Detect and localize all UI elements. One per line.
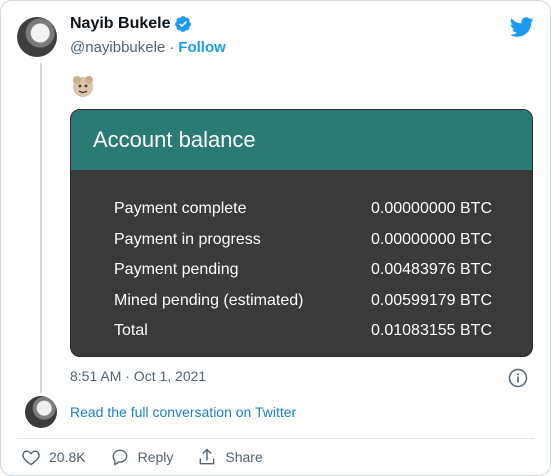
- balance-row: Total 0.01083155 BTC: [71, 316, 532, 347]
- balance-rows: Payment complete 0.00000000 BTC Payment …: [71, 170, 532, 347]
- handle-row: @nayibbukele · Follow: [70, 39, 226, 56]
- balance-row: Payment in progress 0.00000000 BTC: [71, 225, 532, 256]
- author-handle[interactable]: @nayibbukele: [70, 39, 165, 56]
- share-icon: [200, 448, 215, 465]
- balance-row-value: 0.00000000 BTC: [371, 200, 492, 218]
- heart-icon: [22, 450, 40, 466]
- balance-title: Account balance: [93, 127, 256, 152]
- follow-button[interactable]: Follow: [178, 39, 226, 56]
- tweet-timestamp[interactable]: 8:51 AM · Oct 1, 2021: [70, 368, 206, 384]
- balance-row-label: Total: [114, 322, 148, 340]
- info-icon[interactable]: [508, 368, 528, 388]
- author-name[interactable]: Nayib Bukele: [70, 15, 170, 33]
- share-button[interactable]: Share: [197, 447, 263, 467]
- balance-row-value: 0.00483976 BTC: [371, 261, 492, 279]
- balance-row-value: 0.00599179 BTC: [371, 291, 492, 309]
- like-count: 20.8K: [49, 449, 86, 465]
- author-name-row: Nayib Bukele: [70, 15, 192, 33]
- tweet-card: Nayib Bukele @nayibbukele · Follow Accou…: [0, 0, 551, 476]
- action-bar: 20.8K Reply Share: [21, 447, 263, 467]
- divider: [17, 438, 534, 439]
- read-conversation-link[interactable]: Read the full conversation on Twitter: [70, 404, 296, 420]
- balance-row: Payment pending 0.00483976 BTC: [71, 255, 532, 286]
- account-balance-image[interactable]: Account balance Payment complete 0.00000…: [70, 109, 533, 357]
- balance-row: Payment complete 0.00000000 BTC: [71, 194, 532, 225]
- balance-row: Mined pending (estimated) 0.00599179 BTC: [71, 286, 532, 317]
- balance-header: Account balance: [71, 110, 532, 170]
- share-label: Share: [225, 449, 263, 465]
- balance-row-value: 0.01083155 BTC: [371, 322, 492, 340]
- emoji-icon: [73, 76, 93, 97]
- twitter-bird-icon[interactable]: [510, 15, 534, 39]
- balance-row-label: Payment in progress: [114, 230, 261, 248]
- balance-row-label: Payment complete: [114, 200, 247, 218]
- conversation-avatar[interactable]: [25, 396, 57, 428]
- balance-row-value: 0.00000000 BTC: [371, 230, 492, 248]
- reply-button[interactable]: Reply: [110, 447, 174, 467]
- reply-label: Reply: [137, 449, 174, 465]
- author-avatar[interactable]: [17, 17, 57, 57]
- verified-badge-icon: [175, 16, 192, 32]
- like-button[interactable]: 20.8K: [21, 447, 86, 467]
- balance-row-label: Payment pending: [114, 261, 239, 279]
- thread-line: [40, 63, 42, 393]
- reply-icon: [112, 449, 127, 466]
- separator-dot: ·: [169, 39, 175, 56]
- balance-row-label: Mined pending (estimated): [114, 291, 304, 309]
